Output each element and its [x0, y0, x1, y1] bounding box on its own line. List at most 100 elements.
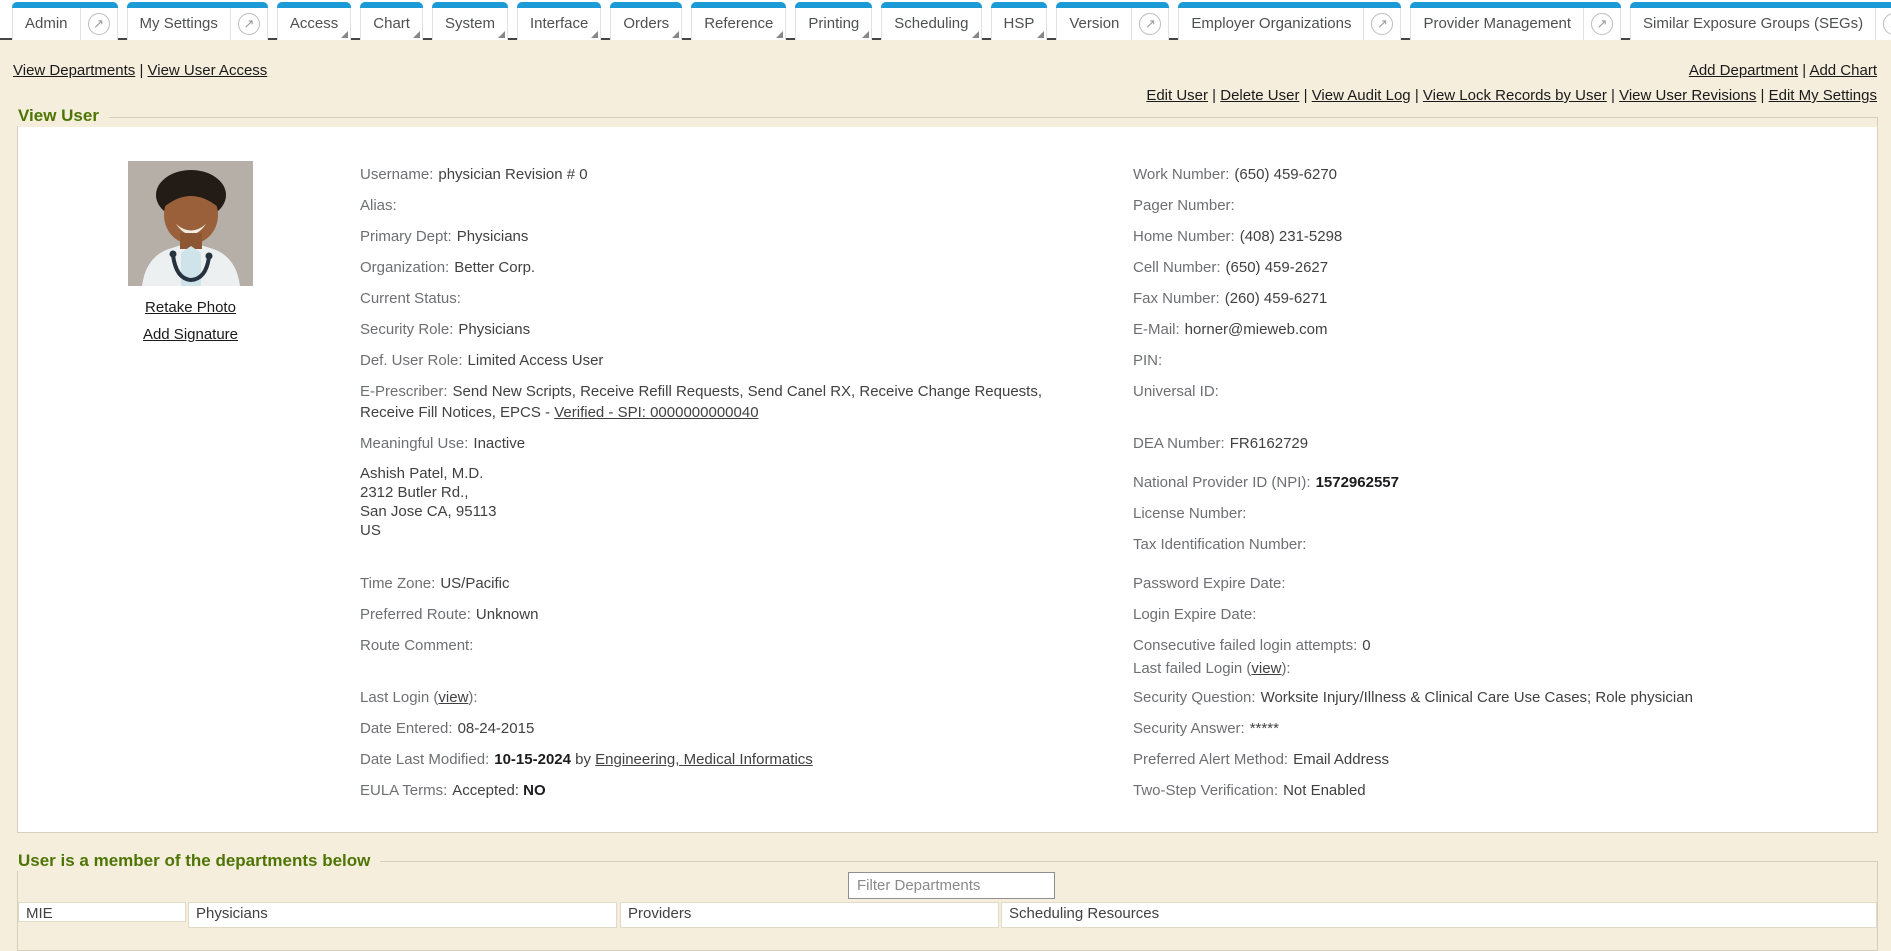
department-cell-providers[interactable]: Providers	[620, 902, 999, 928]
retake-photo-link[interactable]: Retake Photo	[145, 299, 236, 316]
nav-tab-orders[interactable]: Orders	[610, 2, 682, 40]
field-primary-dept: Primary Dept:Physicians	[360, 226, 1065, 257]
nav-tab-label[interactable]: Chart	[361, 3, 422, 40]
nav-tab-similar-exposure-groups-segs[interactable]: Similar Exposure Groups (SEGs)↗	[1630, 2, 1891, 40]
spacer	[1133, 565, 1881, 573]
nav-tab-label[interactable]: Employer Organizations	[1179, 3, 1363, 40]
field-eula-terms: EULA Terms:Accepted: NO	[360, 780, 1065, 811]
nav-tab-label[interactable]: Admin	[13, 3, 80, 40]
open-new-window-icon[interactable]: ↗	[1131, 3, 1168, 40]
nav-tab-admin[interactable]: Admin↗	[12, 2, 118, 40]
link-view-audit-log[interactable]: View Audit Log	[1312, 87, 1411, 104]
link-view-user-revisions[interactable]: View User Revisions	[1619, 87, 1756, 104]
nav-tab-version[interactable]: Version↗	[1056, 2, 1169, 40]
field-home-number: Home Number:(408) 231-5298	[1133, 226, 1881, 257]
nav-tab-printing[interactable]: Printing	[795, 2, 872, 40]
field-route-comment: Route Comment:	[360, 635, 1065, 666]
field-date-entered: Date Entered:08-24-2015	[360, 718, 1065, 749]
department-cell-physicians[interactable]: Physicians	[188, 902, 617, 928]
nav-tab-label[interactable]: Provider Management	[1411, 3, 1583, 40]
add-signature-link[interactable]: Add Signature	[143, 326, 238, 343]
field-fax-number: Fax Number:(260) 459-6271	[1133, 288, 1881, 319]
field-pin: PIN:	[1133, 350, 1881, 381]
link-edit-user[interactable]: Edit User	[1146, 87, 1208, 104]
toolbar-user-action-links: Edit User | Delete User | View Audit Log…	[1146, 87, 1877, 104]
department-cell-scheduling-resources[interactable]: Scheduling Resources	[1001, 902, 1877, 928]
spacer	[360, 666, 1065, 687]
department-cell-mie[interactable]: MIE	[18, 902, 186, 922]
view-user-legend: View User	[16, 106, 109, 126]
field-security-role: Security Role:Physicians	[360, 319, 1065, 350]
filter-departments-input[interactable]	[848, 872, 1055, 899]
nav-tab-employer-organizations[interactable]: Employer Organizations↗	[1178, 2, 1401, 40]
nav-tab-provider-management[interactable]: Provider Management↗	[1410, 2, 1621, 40]
open-new-window-icon[interactable]: ↗	[1875, 3, 1891, 40]
link-view-departments[interactable]: View Departments	[13, 62, 135, 79]
link-add-chart[interactable]: Add Chart	[1809, 62, 1877, 79]
nav-tab-label[interactable]: HSP	[992, 3, 1047, 40]
field-dea-number: DEA Number:FR6162729	[1133, 433, 1881, 464]
nav-tab-label[interactable]: Access	[278, 3, 350, 40]
nav-tab-hsp[interactable]: HSP	[991, 2, 1048, 40]
nav-tab-label[interactable]: My Settings	[128, 3, 230, 40]
field-two-step-verification: Two-Step Verification:Not Enabled	[1133, 780, 1881, 811]
field-license-number: License Number:	[1133, 503, 1881, 534]
last-failed-login-view-link[interactable]: view	[1251, 660, 1281, 677]
link-edit-my-settings[interactable]: Edit My Settings	[1769, 87, 1877, 104]
field-last-failed-login: Last failed Login (view):	[1133, 658, 1881, 681]
nav-tab-label[interactable]: Similar Exposure Groups (SEGs)	[1631, 3, 1875, 40]
open-new-window-icon[interactable]: ↗	[80, 3, 117, 40]
nav-tab-scheduling[interactable]: Scheduling	[881, 2, 981, 40]
open-new-window-icon[interactable]: ↗	[1363, 3, 1400, 40]
address-line-1: Ashish Patel, M.D.	[360, 464, 1065, 483]
link-view-user-access[interactable]: View User Access	[148, 62, 268, 79]
field-username: Username:physician Revision # 0	[360, 164, 1065, 195]
user-address-block: Ashish Patel, M.D. 2312 Butler Rd., San …	[360, 464, 1065, 540]
user-details-left-column: Username:physician Revision # 0 Alias: P…	[360, 164, 1065, 811]
field-npi: National Provider ID (NPI):1572962557	[1133, 472, 1881, 503]
departments-legend: User is a member of the departments belo…	[16, 851, 380, 871]
field-current-status: Current Status:	[360, 288, 1065, 319]
field-login-expire: Login Expire Date:	[1133, 604, 1881, 635]
field-work-number: Work Number:(650) 459-6270	[1133, 164, 1881, 195]
field-preferred-route: Preferred Route:Unknown	[360, 604, 1065, 635]
last-login-view-link[interactable]: view	[438, 689, 468, 706]
user-details-right-column: Work Number:(650) 459-6270 Pager Number:…	[1133, 164, 1881, 811]
field-date-last-modified: Date Last Modified:10-15-2024 by Enginee…	[360, 749, 1065, 780]
spacer	[1133, 464, 1881, 472]
user-photo	[128, 161, 253, 286]
nav-tab-label[interactable]: Interface	[518, 3, 600, 40]
top-nav: Admin↗My Settings↗AccessChartSystemInter…	[0, 0, 1891, 40]
modified-by-link[interactable]: Engineering, Medical Informatics	[595, 751, 813, 768]
nav-tab-reference[interactable]: Reference	[691, 2, 786, 40]
address-line-3: San Jose CA, 95113	[360, 502, 1065, 521]
field-organization: Organization:Better Corp.	[360, 257, 1065, 288]
link-delete-user[interactable]: Delete User	[1220, 87, 1299, 104]
link-view-lock-records-by-user[interactable]: View Lock Records by User	[1423, 87, 1607, 104]
view-user-page: Admin↗My Settings↗AccessChartSystemInter…	[0, 0, 1891, 928]
field-meaningful-use: Meaningful Use:Inactive	[360, 433, 1065, 464]
toolbar-top-right-links: Add Department | Add Chart	[1689, 62, 1877, 79]
nav-tab-label[interactable]: Scheduling	[882, 3, 980, 40]
nav-tab-label[interactable]: Reference	[692, 3, 785, 40]
spacer	[1133, 412, 1881, 433]
nav-tab-chart[interactable]: Chart	[360, 2, 423, 40]
nav-tab-label[interactable]: Orders	[611, 3, 681, 40]
nav-tab-interface[interactable]: Interface	[517, 2, 601, 40]
field-tax-id: Tax Identification Number:	[1133, 534, 1881, 565]
nav-tab-access[interactable]: Access	[277, 2, 351, 40]
field-security-question: Security Question:Worksite Injury/Illnes…	[1133, 687, 1881, 718]
nav-tab-my-settings[interactable]: My Settings↗	[127, 2, 268, 40]
field-preferred-alert-method: Preferred Alert Method:Email Address	[1133, 749, 1881, 780]
retake-photo-link-wrap: Retake Photo	[128, 299, 253, 316]
field-email: E-Mail:horner@mieweb.com	[1133, 319, 1881, 350]
open-new-window-icon[interactable]: ↗	[1583, 3, 1620, 40]
nav-tab-label[interactable]: Printing	[796, 3, 871, 40]
nav-tab-label[interactable]: Version	[1057, 3, 1131, 40]
link-add-department[interactable]: Add Department	[1689, 62, 1798, 79]
nav-tab-system[interactable]: System	[432, 2, 508, 40]
spi-verified-link[interactable]: Verified - SPI: 0000000000040	[554, 404, 758, 421]
nav-tab-label[interactable]: System	[433, 3, 507, 40]
open-new-window-icon[interactable]: ↗	[230, 3, 267, 40]
toolbar-left-links: View Departments | View User Access	[13, 62, 267, 79]
